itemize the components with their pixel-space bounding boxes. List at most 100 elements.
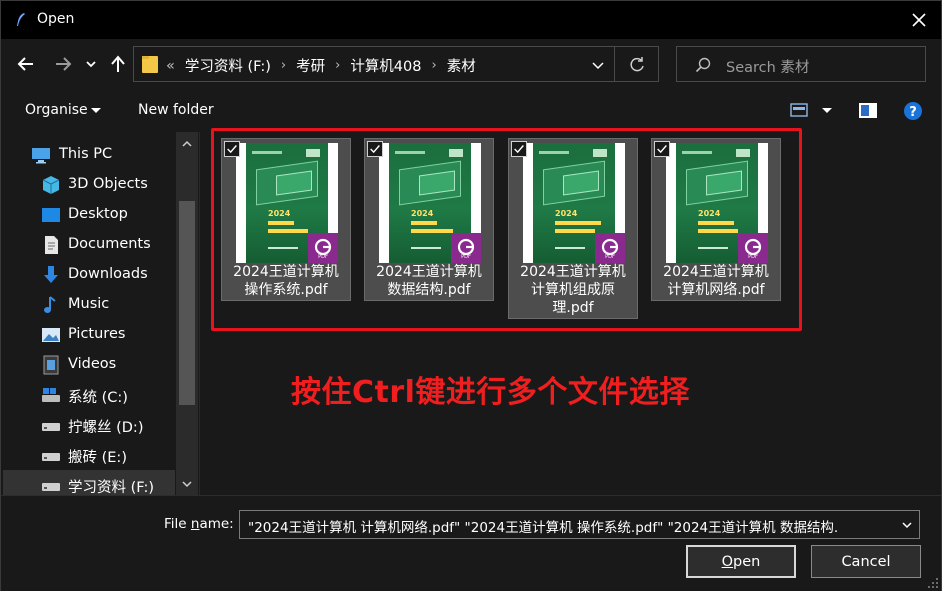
chevron-down-icon [86, 61, 96, 68]
pdf-reader-icon: PDF [738, 233, 768, 263]
open-button[interactable]: Open [686, 545, 796, 578]
sidebar-scrollbar[interactable] [176, 132, 198, 495]
close-icon[interactable] [906, 7, 932, 33]
new-folder-button[interactable]: New folder [138, 102, 214, 118]
pane-divider[interactable] [199, 132, 200, 495]
svg-text:PDF: PDF [318, 254, 328, 259]
open-dialog: Open « 学习资料 (F:) › 考研 › 计算机408 › 素材 Sear… [0, 0, 942, 591]
sidebar-item-pictures[interactable]: Pictures [3, 320, 175, 350]
breadcrumb-item-kaoyan[interactable]: 考研 [296, 55, 325, 76]
video-icon [43, 355, 59, 375]
checkbox-checked-icon[interactable] [511, 141, 527, 157]
sidebar-item-3d-objects[interactable]: 3D Objects [3, 170, 175, 200]
breadcrumb-item-drive[interactable]: 学习资料 (F:) [185, 55, 271, 76]
file-name: 2024王道计算机 计算机组成原 理.pdf [520, 264, 626, 316]
arrow-left-icon [17, 57, 33, 71]
chevron-down-icon[interactable] [821, 107, 833, 115]
pdf-thumbnail: 2024 PDF [379, 143, 481, 263]
pdf-reader-icon: PDF [595, 233, 625, 263]
file-name-field[interactable]: "2024王道计算机 计算机网络.pdf" "2024王道计算机 操作系统.pd… [239, 510, 920, 539]
view-options-icon[interactable] [790, 102, 808, 118]
drive-icon [42, 483, 60, 491]
annotation-text: 按住Ctrl键进行多个文件选择 [291, 375, 690, 410]
sidebar-item-label: Downloads [68, 266, 148, 282]
window-title: Open [37, 11, 75, 27]
checkbox-checked-icon[interactable] [367, 141, 383, 157]
recent-locations-button[interactable] [82, 51, 100, 77]
cover-year: 2024 [555, 209, 578, 218]
sidebar-item-drive-c[interactable]: 系统 (C:) [3, 380, 175, 410]
pdf-thumbnail: 2024 PDF [666, 143, 768, 263]
sidebar-item-music[interactable]: Music [3, 290, 175, 320]
file-item-ds[interactable]: 2024 PDF 2024王道计算机 数据结构.pdf [364, 138, 494, 301]
sidebar-item-this-pc[interactable]: This PC [3, 140, 175, 170]
sidebar-item-label: 3D Objects [68, 176, 148, 192]
preview-pane-icon[interactable] [858, 102, 878, 119]
breadcrumb-item-408[interactable]: 计算机408 [350, 55, 421, 76]
back-button[interactable] [14, 51, 38, 77]
cover-year: 2024 [411, 209, 434, 218]
sidebar-item-label: 学习资料 (F:) [68, 480, 155, 495]
svg-text:PDF: PDF [748, 254, 758, 259]
sidebar-item-drive-d[interactable]: 拧螺丝 (D:) [3, 410, 175, 440]
cancel-button[interactable]: Cancel [811, 545, 921, 578]
sidebar-item-drive-f[interactable]: 学习资料 (F:) [3, 470, 175, 495]
checkbox-checked-icon[interactable] [654, 141, 670, 157]
sidebar-item-drive-e[interactable]: 搬砖 (E:) [3, 440, 175, 470]
file-list: 2024 PDF 2024王道计算机 操作系统.pdf 2024 PDF 202… [201, 124, 941, 494]
chevron-down-icon[interactable] [589, 56, 607, 74]
search-box[interactable]: Search 素材 [676, 46, 926, 82]
pdf-thumbnail: 2024 PDF [523, 143, 625, 263]
overflow-chevron[interactable]: « [166, 58, 175, 74]
chevron-down-icon [91, 108, 101, 113]
svg-text:?: ? [909, 105, 917, 120]
up-button[interactable] [106, 51, 130, 77]
search-icon [695, 57, 711, 73]
sidebar-item-label: Videos [68, 356, 117, 372]
cover-year: 2024 [268, 209, 291, 218]
navigation-pane: This PC 3D Objects Desktop Documents Dow… [3, 132, 198, 495]
svg-text:PDF: PDF [461, 254, 471, 259]
breadcrumb: « 学习资料 (F:) › 考研 › 计算机408 › 素材 [166, 55, 476, 76]
help-icon[interactable]: ? [903, 101, 923, 121]
sidebar-item-videos[interactable]: Videos [3, 350, 175, 380]
sidebar-item-label: Documents [68, 236, 151, 252]
breadcrumb-separator: › [280, 58, 287, 73]
music-icon [44, 296, 56, 313]
file-item-cn[interactable]: 2024 PDF 2024王道计算机 计算机网络.pdf [651, 138, 781, 301]
feather-icon [17, 13, 25, 26]
drive-icon [42, 388, 60, 402]
sidebar-item-label: Music [68, 296, 110, 312]
breadcrumb-separator: › [335, 58, 341, 73]
sidebar-item-label: 搬砖 (E:) [68, 450, 127, 466]
sidebar-item-documents[interactable]: Documents [3, 230, 175, 260]
sidebar-item-downloads[interactable]: Downloads [3, 260, 175, 290]
search-input[interactable]: Search 素材 [726, 56, 809, 77]
breadcrumb-item-sucai[interactable]: 素材 [447, 55, 476, 76]
divider [614, 47, 615, 81]
organise-label: Organise [25, 102, 88, 118]
address-bar[interactable]: « 学习资料 (F:) › 考研 › 计算机408 › 素材 [133, 46, 659, 82]
scroll-up-icon[interactable] [181, 138, 193, 150]
computer-icon [32, 148, 50, 164]
resize-grip-icon[interactable] [927, 577, 939, 589]
chevron-down-icon[interactable] [901, 519, 913, 531]
refresh-icon[interactable] [627, 55, 647, 75]
scroll-down-icon[interactable] [181, 478, 193, 490]
file-name-label: File name: [164, 516, 234, 532]
scrollbar-thumb[interactable] [179, 201, 195, 405]
pdf-reader-icon: PDF [308, 233, 338, 263]
sidebar-item-label: 系统 (C:) [68, 390, 128, 406]
desktop-icon [42, 208, 60, 222]
file-name-input[interactable]: "2024王道计算机 计算机网络.pdf" "2024王道计算机 操作系统.pd… [248, 516, 888, 536]
file-item-os[interactable]: 2024 PDF 2024王道计算机 操作系统.pdf [221, 138, 351, 301]
pdf-thumbnail: 2024 PDF [236, 143, 338, 263]
checkbox-checked-icon[interactable] [224, 141, 240, 157]
pictures-icon [42, 328, 60, 342]
sidebar-item-desktop[interactable]: Desktop [3, 200, 175, 230]
forward-button[interactable] [51, 51, 75, 77]
bottom-bar: File name: "2024王道计算机 计算机网络.pdf" "2024王道… [1, 495, 941, 591]
file-item-co[interactable]: 2024 PDF 2024王道计算机 计算机组成原 理.pdf [508, 138, 638, 319]
cover-year: 2024 [698, 209, 721, 218]
organise-menu[interactable]: Organise [25, 102, 88, 118]
